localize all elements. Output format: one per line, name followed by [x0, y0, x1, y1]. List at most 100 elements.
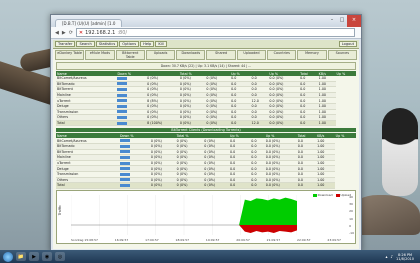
- y-tick-label: -10: [349, 230, 354, 235]
- table-cell: 8 (100%): [146, 120, 179, 127]
- tab-sources[interactable]: Sources: [327, 50, 357, 60]
- url-input[interactable]: ✕ 192.168.2.1:80/: [75, 28, 355, 37]
- y-tick-label: 40: [349, 195, 353, 199]
- x-tick-label: 18:09:57: [175, 238, 190, 242]
- x-tick-label: 21:09:57: [266, 238, 281, 242]
- url-host: 192.168.2.1: [85, 29, 116, 36]
- table-row: Total 8 (100%) 0 (0%) 0 (0%) 0.0 12.0 0.0 (0%)…: [56, 120, 356, 127]
- table-cell: Total: [56, 182, 119, 189]
- table-cell: 0.0: [229, 182, 251, 189]
- media-player-icon[interactable]: ▶: [29, 252, 39, 261]
- table-cell: 1.00: [317, 120, 336, 127]
- browser-window: [D.B.T] (U)(U) [admin] [1.0 – □ × ◀ ▶ ⟳ …: [50, 14, 362, 252]
- table-cell: 0 (0%): [205, 120, 231, 127]
- share-bar: [119, 178, 130, 182]
- table-cell: 12.0: [250, 120, 269, 127]
- address-bar: ◀ ▶ ⟳ ✕ 192.168.2.1:80/: [51, 27, 361, 39]
- security-warning-icon: ✕: [78, 29, 84, 36]
- taskbar: 📁 ▶ ◉ ◎ ▴ ♪ 8:26 PM 11/8/2010: [0, 250, 420, 263]
- table-cell: [116, 120, 147, 127]
- share-bar: [117, 76, 128, 80]
- x-tick-label: 23:09:57: [327, 238, 341, 242]
- share-bar: [117, 87, 128, 91]
- menu-search[interactable]: Search: [76, 41, 95, 47]
- y-tick-label: 10: [349, 216, 353, 221]
- menu-help[interactable]: Help: [140, 41, 155, 47]
- share-bar: [117, 115, 128, 119]
- firefox-icon[interactable]: ◉: [42, 252, 52, 261]
- browser-tab[interactable]: [D.B.T] (U)(U) [admin] [1.0: [55, 18, 123, 27]
- logout-button[interactable]: Logout: [338, 41, 357, 47]
- share-bar: [119, 172, 130, 176]
- traffic-chart: [71, 195, 297, 235]
- share-bar: [117, 110, 128, 114]
- menu-options[interactable]: Options: [119, 41, 140, 47]
- table-row: Total 0 (0%) 0 (0%) 0 (0%) 0.0 0.0 0.0 (0%) 0.0…: [56, 182, 356, 189]
- menu-transfer[interactable]: Transfer: [55, 41, 76, 47]
- legend-upload-swatch: [335, 193, 340, 197]
- main-menu: Transfer Search Statistics Options Help …: [53, 40, 359, 49]
- tab-countries[interactable]: Countries: [267, 50, 297, 60]
- share-bar: [117, 82, 128, 86]
- graph-y-label: Traffic: [58, 205, 62, 216]
- menu-statistics[interactable]: Statistics: [95, 41, 119, 47]
- column-header[interactable]: Up %: [334, 133, 356, 139]
- share-bar: [119, 139, 130, 143]
- y-tick-label: 20: [349, 209, 353, 214]
- page-content: Transfer Search Statistics Options Help …: [53, 40, 359, 249]
- share-bar: [117, 121, 128, 125]
- sub-tabs: eDonkey Table eMule Mods Bittorrent Tabl…: [53, 49, 359, 61]
- x-tick-label: 17:09:57: [145, 238, 159, 242]
- legend-download-swatch: [312, 193, 317, 197]
- reload-icon[interactable]: ⟳: [69, 30, 73, 36]
- section-title: BitTorrent Clients (Downloading Torrents…: [56, 128, 356, 133]
- share-bar: [119, 167, 130, 171]
- table-cell: 0 (0%): [203, 182, 230, 189]
- share-bar: [117, 99, 128, 103]
- downloading-clients-table: Name Down % Total % Up % Up % Total KB/s Up % B…: [56, 133, 356, 189]
- maximize-icon[interactable]: □: [337, 15, 347, 27]
- close-icon[interactable]: ×: [347, 15, 361, 27]
- menu-kill[interactable]: Kill: [155, 41, 167, 47]
- graph-x-ticks: Sonntag 15:08:57 16:09:57 17:09:57 18:09:57…: [71, 238, 341, 242]
- legend-download-label: Download: [317, 193, 333, 197]
- table-cell: 0.0: [299, 120, 318, 127]
- table-cell: 1.00: [316, 182, 335, 189]
- legend-download: Download: [312, 193, 333, 197]
- table-cell: 0.0 (0%): [268, 120, 300, 127]
- minimize-icon[interactable]: –: [327, 15, 337, 27]
- y-tick-label: 0: [349, 223, 352, 228]
- explorer-icon[interactable]: 📁: [16, 252, 26, 261]
- tab-bittorrent[interactable]: Bittorrent Table: [115, 50, 145, 60]
- back-icon[interactable]: ◀: [55, 30, 59, 36]
- clients-table: Name Down % Total % Up % Up % Total KB/s Up % B…: [56, 71, 356, 127]
- tab-shared[interactable]: Shared: [206, 50, 236, 60]
- share-bar: [119, 150, 130, 154]
- share-bar: [119, 144, 130, 148]
- clock[interactable]: 8:26 PM 11/8/2010: [396, 253, 414, 261]
- volume-icon[interactable]: ♪: [390, 254, 393, 259]
- graph-legend: Download Upload: [312, 193, 351, 197]
- chrome-icon[interactable]: ◎: [55, 252, 65, 261]
- table-cell: Total: [56, 120, 117, 127]
- x-tick-label: 16:09:57: [114, 238, 129, 242]
- graph-y-ticks: 40 30 20 10 0 -10: [349, 195, 354, 235]
- url-port: :80/: [117, 29, 128, 36]
- start-button[interactable]: [3, 251, 13, 262]
- column-header[interactable]: Up %: [335, 71, 356, 76]
- table-cell: 0.0: [296, 182, 317, 189]
- tab-emule-mods[interactable]: eMule Mods: [85, 50, 115, 60]
- menu-spacer: [168, 41, 338, 47]
- x-tick-label: 19:09:57: [205, 238, 220, 242]
- forward-icon[interactable]: ▶: [62, 30, 66, 36]
- tab-edonkey[interactable]: eDonkey Table: [55, 50, 85, 60]
- x-tick-label: 22:09:57: [297, 238, 311, 242]
- table-cell: 0.0: [230, 120, 251, 127]
- tab-memory[interactable]: Memory: [297, 50, 327, 60]
- tab-uploaded[interactable]: Uploaded: [236, 50, 267, 60]
- tab-downloads[interactable]: Downloads: [176, 50, 206, 60]
- system-tray: ▴ ♪ 8:26 PM 11/8/2010: [385, 253, 420, 261]
- network-icon[interactable]: ▴: [385, 254, 387, 259]
- table-cell: 0 (0%): [149, 182, 176, 189]
- tab-uploads[interactable]: Uploads: [145, 50, 176, 60]
